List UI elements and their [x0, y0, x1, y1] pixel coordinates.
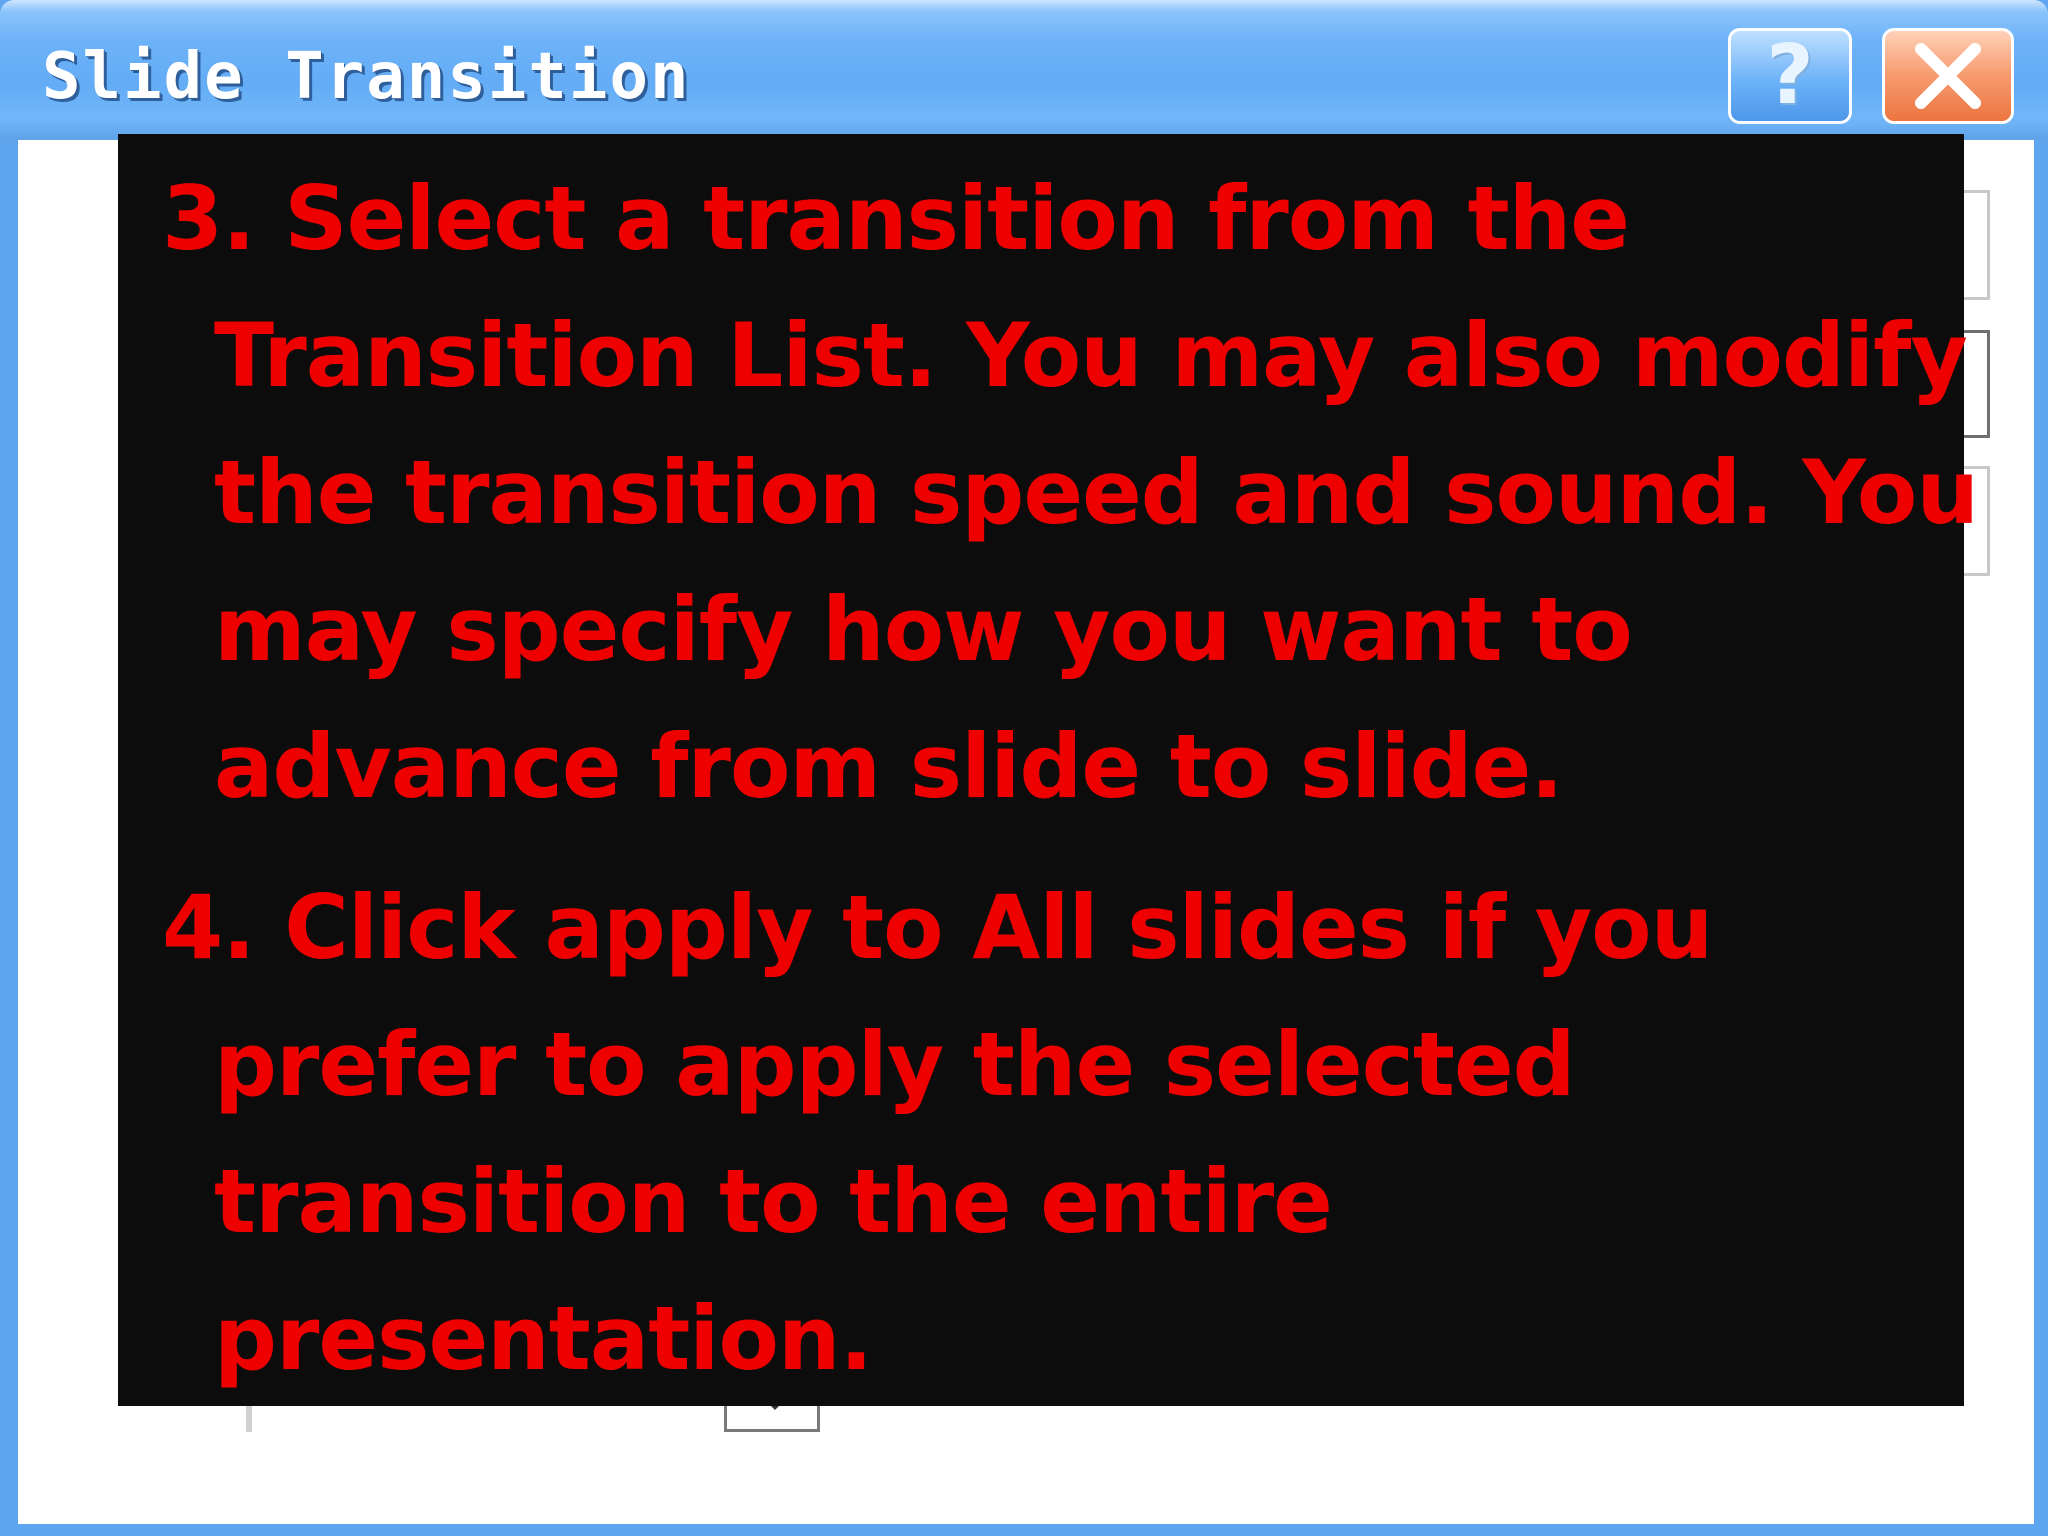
- instruction-line: may specify how you want to: [214, 578, 1633, 681]
- instruction-line: Transition List. You may also modify: [214, 304, 1968, 407]
- instruction-line: 3. Select a transition from the: [162, 167, 1630, 270]
- instruction-line: 4. Click apply to All slides if you: [162, 876, 1713, 979]
- instruction-step-3: 3. Select a transition from the Transiti…: [162, 150, 1979, 835]
- close-icon: [1915, 43, 1981, 109]
- instruction-overlay: 3. Select a transition from the Transiti…: [118, 134, 1979, 1407]
- instruction-line: transition to the entire: [214, 1150, 1333, 1253]
- close-button[interactable]: [1882, 28, 2014, 124]
- help-button[interactable]: ?: [1728, 28, 1852, 124]
- window-title: Slide Transition: [42, 40, 691, 114]
- instruction-step-4: 4. Click apply to All slides if you pref…: [162, 859, 1713, 1407]
- title-bar[interactable]: Slide Transition ?: [0, 0, 2048, 140]
- instruction-line: prefer to apply the selected: [214, 1013, 1576, 1116]
- instruction-line: presentation.: [214, 1287, 873, 1390]
- instruction-line: the transition speed and sound. You: [214, 441, 1979, 544]
- help-icon: ?: [1766, 28, 1814, 123]
- instruction-line: advance from slide to slide.: [214, 715, 1564, 818]
